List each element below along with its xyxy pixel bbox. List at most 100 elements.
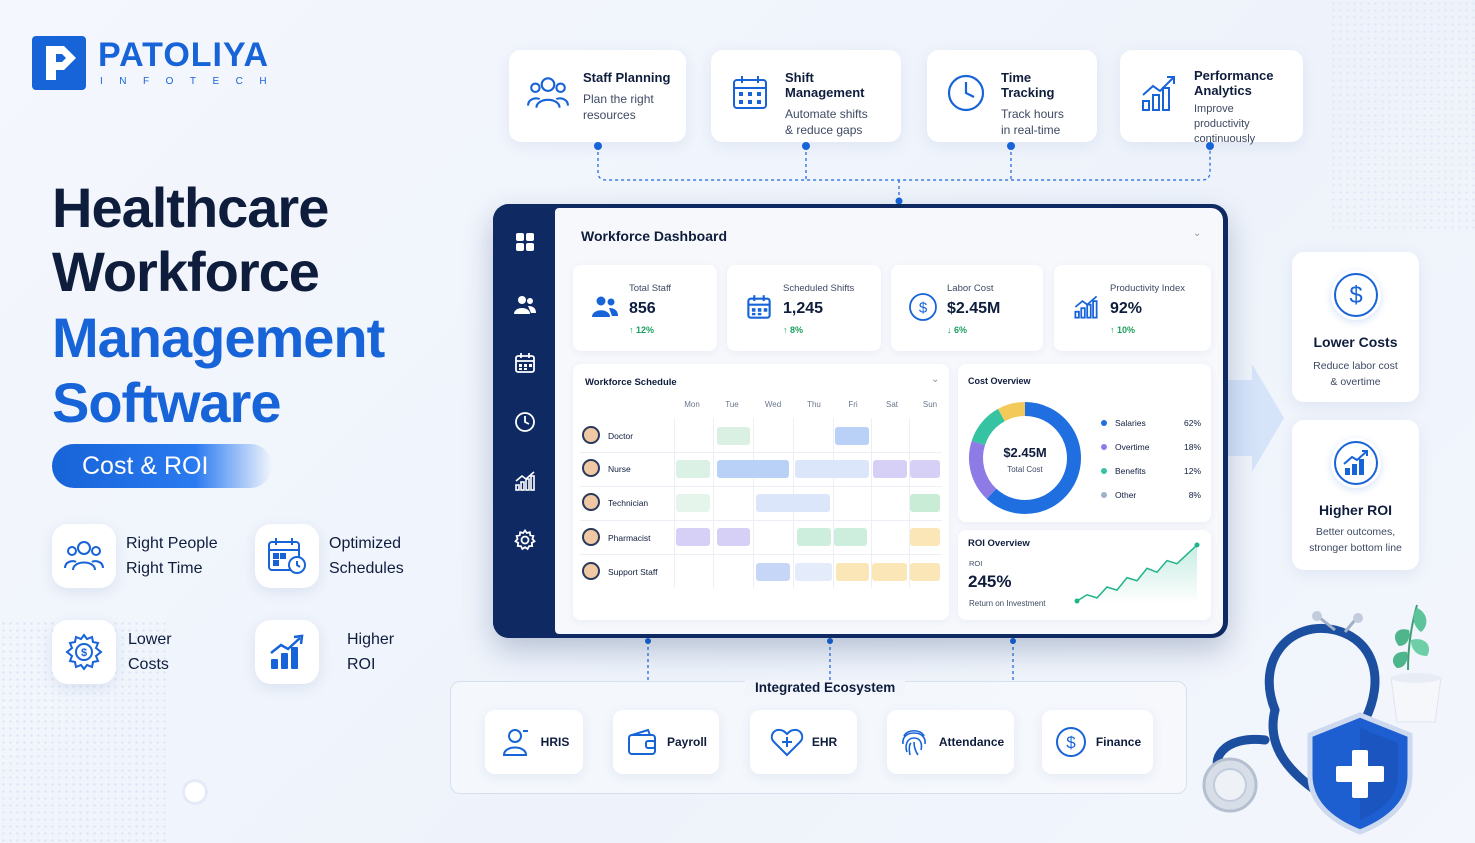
- avatar: [582, 562, 600, 580]
- shift-block[interactable]: [872, 563, 907, 581]
- kpi-value: $2.45M: [947, 300, 1001, 317]
- grid-line: [580, 520, 942, 521]
- shift-block[interactable]: [676, 460, 710, 478]
- shift-block[interactable]: [835, 427, 869, 445]
- shift-block[interactable]: [910, 460, 940, 478]
- roi-line-chart: [1074, 542, 1200, 604]
- legend-label: Salaries: [1115, 418, 1146, 428]
- schedule-role-label: Nurse: [608, 464, 631, 474]
- legend-value: 62%: [1183, 418, 1201, 428]
- svg-text:$: $: [919, 300, 928, 317]
- person-icon: [499, 725, 533, 759]
- dollar-icon: $: [1054, 725, 1088, 759]
- side-card-desc: Reduce labor cost & overtime: [1313, 360, 1398, 388]
- eco-item-hris[interactable]: HRIS: [485, 710, 583, 774]
- schedule-day: Sat: [885, 400, 898, 409]
- shift-block[interactable]: [717, 528, 750, 546]
- chart-up-icon: [1068, 289, 1104, 325]
- gear-icon[interactable]: [510, 525, 540, 555]
- eco-label: HRIS: [540, 735, 570, 749]
- chart-up-icon: [1331, 438, 1381, 488]
- kpi-label: Productivity Index: [1110, 283, 1185, 294]
- roi-start-point: [1074, 598, 1080, 604]
- kpi-label: Total Staff: [629, 283, 672, 294]
- legend-item-salaries: Salaries 62%: [1101, 418, 1201, 428]
- schedule-day: Wed: [764, 400, 782, 409]
- schedule-day: Mon: [684, 400, 700, 409]
- shift-block[interactable]: [797, 528, 831, 546]
- schedule-role-label: Pharmacist: [608, 533, 651, 543]
- chevron-down-icon[interactable]: ⌄: [1193, 228, 1201, 239]
- legend-label: Benefits: [1115, 466, 1146, 476]
- fingerprint-icon: [897, 725, 931, 759]
- wallet-icon: [625, 725, 659, 759]
- roi-sub: Return on Investment: [969, 599, 1046, 608]
- eco-label: Attendance: [938, 735, 1005, 749]
- shift-block[interactable]: [756, 563, 790, 581]
- shift-block[interactable]: [836, 563, 869, 581]
- eco-item-finance[interactable]: $ Finance: [1042, 710, 1153, 774]
- roi-label: ROI: [969, 559, 983, 568]
- dashboard-title: Workforce Dashboard: [581, 228, 727, 244]
- shift-block[interactable]: [756, 494, 830, 512]
- chart-up-icon[interactable]: [510, 466, 540, 496]
- ecosystem-title: Integrated Ecosystem: [745, 680, 906, 695]
- shift-block[interactable]: [795, 563, 832, 581]
- shift-block[interactable]: [795, 460, 869, 478]
- roi-value: 245%: [968, 572, 1012, 591]
- kpi-change: ↑ 10%: [1110, 325, 1136, 335]
- shift-block[interactable]: [834, 528, 867, 546]
- grid-icon[interactable]: [510, 227, 540, 257]
- eco-label: EHR: [811, 735, 838, 749]
- clock-icon[interactable]: [510, 407, 540, 437]
- avatar: [582, 528, 600, 546]
- kpi-card-scheduled-shifts: Scheduled Shifts 1,245 ↑ 8%: [727, 265, 881, 351]
- chevron-down-icon[interactable]: ⌄: [931, 374, 939, 385]
- calendar-icon[interactable]: [510, 348, 540, 378]
- plant-icon: [1390, 604, 1442, 723]
- roi-title: ROI Overview: [968, 538, 1030, 549]
- shift-block[interactable]: [910, 528, 940, 546]
- legend-value: 8%: [1188, 490, 1201, 500]
- grid-line: [580, 452, 942, 453]
- eco-label: Finance: [1095, 735, 1142, 749]
- shift-block[interactable]: [717, 427, 750, 445]
- donut-center-value: $2.45M: [1003, 445, 1047, 460]
- schedule-day: Fri: [848, 400, 858, 409]
- legend-dot: [1101, 468, 1107, 474]
- grid-line: [580, 486, 942, 487]
- side-card-lower-costs: $ Lower Costs Reduce labor cost & overti…: [1292, 252, 1419, 402]
- eco-item-attendance[interactable]: Attendance: [887, 710, 1014, 774]
- grid-line: [713, 418, 714, 588]
- dollar-icon: $: [905, 289, 941, 325]
- shift-block[interactable]: [910, 494, 940, 512]
- kpi-card-total-staff: Total Staff 856 ↑ 12%: [573, 265, 717, 351]
- stethoscope-shield-illustration: [1202, 604, 1442, 835]
- shift-block[interactable]: [676, 494, 710, 512]
- legend-dot: [1101, 492, 1107, 498]
- eco-item-ehr[interactable]: EHR: [750, 710, 857, 774]
- schedule-day: Tue: [725, 400, 739, 409]
- side-card-title: Lower Costs: [1313, 334, 1398, 350]
- grid-line: [580, 554, 942, 555]
- donut-center-label: Total Cost: [1007, 465, 1043, 474]
- shift-block[interactable]: [873, 460, 907, 478]
- schedule-day: Thu: [807, 400, 821, 409]
- people-icon[interactable]: [510, 290, 540, 320]
- avatar: [582, 459, 600, 477]
- shift-block[interactable]: [717, 460, 789, 478]
- donut-slice-other: [998, 402, 1026, 422]
- schedule-day: Sun: [922, 400, 938, 409]
- kpi-value: 92%: [1110, 300, 1143, 317]
- legend-value: 18%: [1183, 442, 1201, 452]
- kpi-change: ↑ 12%: [629, 325, 655, 335]
- side-card-desc: Better outcomes, stronger bottom line: [1309, 526, 1402, 554]
- eco-item-payroll[interactable]: Payroll: [613, 710, 719, 774]
- schedule-role-label: Support Staff: [608, 567, 658, 577]
- shift-block[interactable]: [910, 563, 940, 581]
- eco-label: Payroll: [666, 735, 708, 749]
- kpi-value: 856: [629, 300, 656, 317]
- legend-dot: [1101, 444, 1107, 450]
- legend-dot: [1101, 420, 1107, 426]
- shift-block[interactable]: [676, 528, 710, 546]
